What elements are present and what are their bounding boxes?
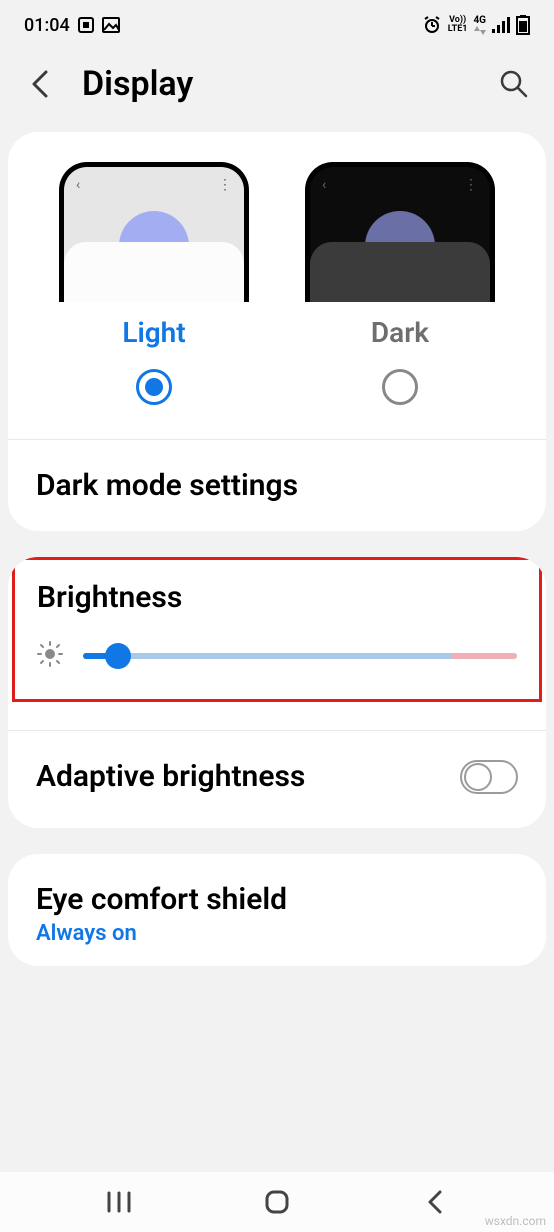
eye-comfort-row[interactable]: Eye comfort shield Always on [8,854,546,966]
adaptive-brightness-row[interactable]: Adaptive brightness [8,731,546,828]
eye-comfort-subtitle: Always on [36,921,518,946]
chevron-left-icon [30,68,50,100]
theme-option-light[interactable]: ‹⋮ Light [59,162,249,405]
theme-label-dark: Dark [371,316,429,349]
nav-recents-button[interactable] [89,1182,149,1222]
theme-radio-light[interactable] [136,369,172,405]
search-icon [499,69,529,99]
brightness-title: Brightness [37,580,517,615]
sun-icon [37,641,63,671]
eye-comfort-card: Eye comfort shield Always on [8,854,546,966]
status-4g: 4G [473,16,486,26]
brightness-slider[interactable] [83,644,517,668]
theme-label-light: Light [122,316,185,349]
page-title: Display [82,64,472,104]
status-bar: 01:04 Vo)) LTE1 4G [0,0,554,42]
battery-icon [516,15,530,35]
watermark: wsxdn.com [485,1214,546,1228]
nav-back-icon [426,1189,444,1215]
nav-home-button[interactable] [247,1182,307,1222]
theme-option-dark[interactable]: ‹⋮ Dark [305,162,495,405]
app-header: Display [0,42,554,132]
home-icon [264,1189,290,1215]
dark-mode-settings-title: Dark mode settings [36,468,518,503]
navigation-bar [0,1172,554,1232]
adaptive-brightness-switch[interactable] [460,760,518,794]
brightness-slider-thumb[interactable] [105,643,131,669]
signal-icon [492,17,510,33]
theme-card: ‹⋮ Light ‹⋮ Dark Dark mode settings [8,132,546,531]
status-lte: LTE1 [448,25,468,34]
eye-comfort-title: Eye comfort shield [36,882,518,917]
adaptive-brightness-title: Adaptive brightness [36,759,305,794]
back-button[interactable] [20,64,60,104]
brightness-highlight: Brightness [12,557,542,702]
data-arrows-icon [474,26,486,35]
alarm-icon [422,16,442,34]
brightness-card: Brightness Adaptive b [8,557,546,828]
image-icon [102,17,120,33]
theme-preview-dark: ‹⋮ [305,162,495,302]
search-button[interactable] [494,64,534,104]
dark-mode-settings-row[interactable]: Dark mode settings [8,440,546,531]
theme-radio-dark[interactable] [382,369,418,405]
stop-icon [78,17,94,33]
nav-back-button[interactable] [405,1182,465,1222]
recents-icon [106,1191,132,1213]
status-time: 01:04 [24,15,70,36]
theme-preview-light: ‹⋮ [59,162,249,302]
